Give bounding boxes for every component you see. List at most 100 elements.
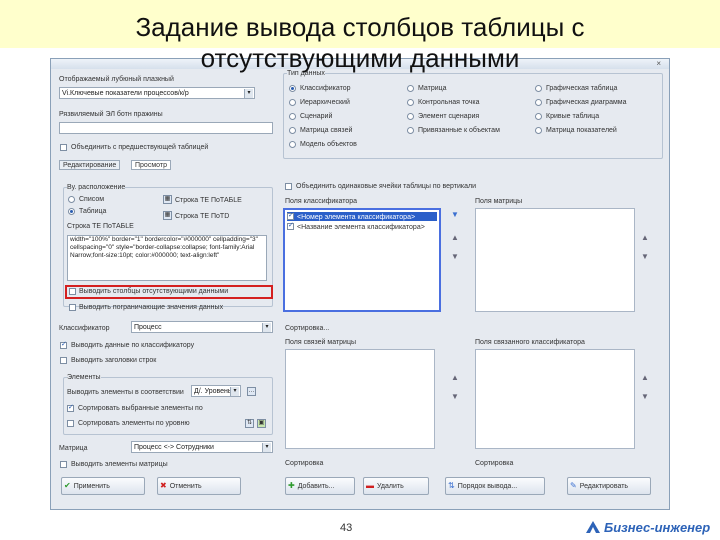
move-down-icon[interactable]: ▼ <box>451 393 459 401</box>
data-type-radio[interactable] <box>289 127 296 134</box>
chevron-down-icon[interactable]: ▾ <box>262 323 271 332</box>
page-number: 43 <box>340 522 353 534</box>
delete-button-label: Удалить <box>377 483 404 490</box>
show-empty-columns-checkbox[interactable] <box>69 288 76 295</box>
link-matrix-list[interactable] <box>285 349 435 449</box>
show-headers-checkbox[interactable] <box>60 357 67 364</box>
matrix-combo[interactable]: Процесс <-> Сотрудники ▾ <box>131 441 273 453</box>
sort-label-3[interactable]: Сортировка <box>475 459 513 468</box>
classifier-label: Классификатор <box>59 325 110 332</box>
data-type-radio[interactable] <box>535 127 542 134</box>
show-matrix-label: Выводить элементы матрицы <box>71 461 168 468</box>
output-order-button[interactable]: ⇅ Порядок вывода... <box>445 477 545 495</box>
edit-button[interactable]: ✎ Редактировать <box>567 477 651 495</box>
data-type-radio-label: Графическая диаграмма <box>546 99 627 106</box>
table-cell-icon: ▦ <box>163 211 172 220</box>
save-icon[interactable]: ▣ <box>257 419 266 428</box>
data-type-radio[interactable] <box>289 99 296 106</box>
chevron-down-icon[interactable]: ▾ <box>244 89 253 98</box>
slide-title: Задание вывода столбцов таблицы с отсутс… <box>135 12 585 73</box>
move-up-icon[interactable]: ▲ <box>641 374 649 382</box>
sort-label-2[interactable]: Сортировка <box>285 459 323 468</box>
cancel-button[interactable]: ✖ Отменить <box>157 477 241 495</box>
add-icon: ✚ <box>288 481 295 490</box>
move-down-icon[interactable]: ▼ <box>641 393 649 401</box>
move-down-icon[interactable]: ▼ <box>641 253 649 261</box>
matrix-fields-list[interactable] <box>475 208 635 312</box>
order-icon: ⇅ <box>448 481 455 490</box>
view-name-input[interactable] <box>59 122 273 134</box>
data-type-radio[interactable] <box>407 113 414 120</box>
data-type-radio-label: Сценарий <box>300 113 333 120</box>
level-picker-icon[interactable]: … <box>247 387 256 396</box>
chevron-down-icon[interactable]: ▾ <box>230 387 239 396</box>
combine-checkbox[interactable] <box>60 144 67 151</box>
sort-by-label: Сортировать выбранные элементы по <box>78 405 203 412</box>
link-matrix-label: Поля связей матрицы <box>285 339 357 346</box>
move-up-icon[interactable]: ▲ <box>451 234 459 242</box>
chevron-down-icon[interactable]: ▾ <box>262 443 271 452</box>
merge-cells-label: Объединить одинаковые ячейки таблицы по … <box>296 183 476 190</box>
linked-classifier-list[interactable] <box>475 349 635 449</box>
data-type-radio[interactable] <box>289 85 296 92</box>
matrix-combo-value: Процесс <-> Сотрудники <box>134 444 214 451</box>
classifier-combo[interactable]: Процесс ▾ <box>131 321 273 333</box>
apply-button[interactable]: ✔ Применить <box>61 477 145 495</box>
move-up-icon[interactable]: ▲ <box>451 374 459 382</box>
apply-button-label: Применить <box>73 483 110 490</box>
show-empty-rows-checkbox[interactable] <box>69 304 76 311</box>
view-name-label: Рязвиляемый ЭЛ ботн пражины <box>59 111 163 118</box>
logo-mark-icon <box>586 521 600 533</box>
move-down-icon[interactable]: ▼ <box>451 253 459 261</box>
show-classifier-checkbox[interactable] <box>60 340 67 349</box>
report-settings-dialog: × Отображаемый лубюный плазкный Vi.Ключе… <box>50 58 670 510</box>
view-combo[interactable]: Vi.Ключевые показатели процессов/к/р ▾ <box>59 87 255 99</box>
data-type-radio[interactable] <box>289 113 296 120</box>
data-type-radio-label: Матрица показателей <box>546 127 617 134</box>
show-matrix-checkbox[interactable] <box>60 461 67 468</box>
cancel-button-label: Отменить <box>169 483 202 490</box>
data-type-radio-label: Контрольная точка <box>418 99 480 106</box>
radio-table[interactable] <box>68 208 75 215</box>
output-type-label: Отображаемый лубюный плазкный <box>59 76 174 83</box>
tab-preview[interactable]: Просмотр <box>131 160 171 170</box>
radio-single[interactable] <box>68 196 75 203</box>
classifier-fields-label: Поля классификатора <box>285 198 358 205</box>
minus-icon: ▬ <box>366 481 374 490</box>
data-type-radio-label: Кривые таблица <box>546 113 600 120</box>
output-elements-label: Выводить элементы в соответствии <box>67 389 184 396</box>
move-up-icon[interactable]: ▲ <box>641 234 649 242</box>
data-type-radio-label: Элемент сценария <box>418 113 480 120</box>
sort-settings-icon[interactable]: ⇅ <box>245 419 254 428</box>
classifier-fields-list[interactable]: <Номер элемента классификатора> <Названи… <box>283 208 441 312</box>
data-type-radio[interactable] <box>535 99 542 106</box>
checkmark-icon: ✔ <box>64 481 71 490</box>
data-type-radio[interactable] <box>289 141 296 148</box>
tab-edit[interactable]: Редактирование <box>59 160 121 170</box>
radio-single-label: Списом <box>79 196 105 203</box>
table-tag-button-1[interactable]: Строка ТЕ ПоТАБLE <box>175 196 242 205</box>
merge-cells-checkbox[interactable] <box>285 183 292 190</box>
filter-icon[interactable]: ▼ <box>451 211 459 219</box>
table-tag-button-2[interactable]: Строка ТЕ ПоTD <box>175 212 229 221</box>
list-item[interactable]: <Название элемента классификатора> <box>287 221 437 231</box>
data-type-radio[interactable] <box>407 99 414 106</box>
data-type-radio[interactable] <box>407 85 414 92</box>
combine-label: Объединить с предшествующей таблицей <box>71 144 209 151</box>
add-button-label: Добавить... <box>297 483 335 490</box>
data-type-radio-label: Модель объектов <box>300 141 357 148</box>
add-button[interactable]: ✚ Добавить... <box>285 477 355 495</box>
list-item-label: <Название элемента классификатора> <box>297 224 425 231</box>
data-type-radio[interactable] <box>535 85 542 92</box>
data-type-radio[interactable] <box>535 113 542 120</box>
data-type-radio[interactable] <box>407 127 414 134</box>
sort-elements-checkbox[interactable] <box>67 420 74 427</box>
list-item[interactable]: <Номер элемента классификатора> <box>287 211 437 221</box>
style-textarea[interactable]: width="100%" border="1" bordercolor="#00… <box>67 235 267 281</box>
field-checkbox[interactable] <box>287 211 294 220</box>
level-combo[interactable]: Д/. Уровень 2 ▾ <box>191 385 241 397</box>
delete-button[interactable]: ▬ Удалить <box>363 477 429 495</box>
field-checkbox[interactable] <box>287 221 294 230</box>
sort-by-checkbox[interactable] <box>67 403 74 412</box>
sort-label-1[interactable]: Сортировка... <box>285 324 329 333</box>
